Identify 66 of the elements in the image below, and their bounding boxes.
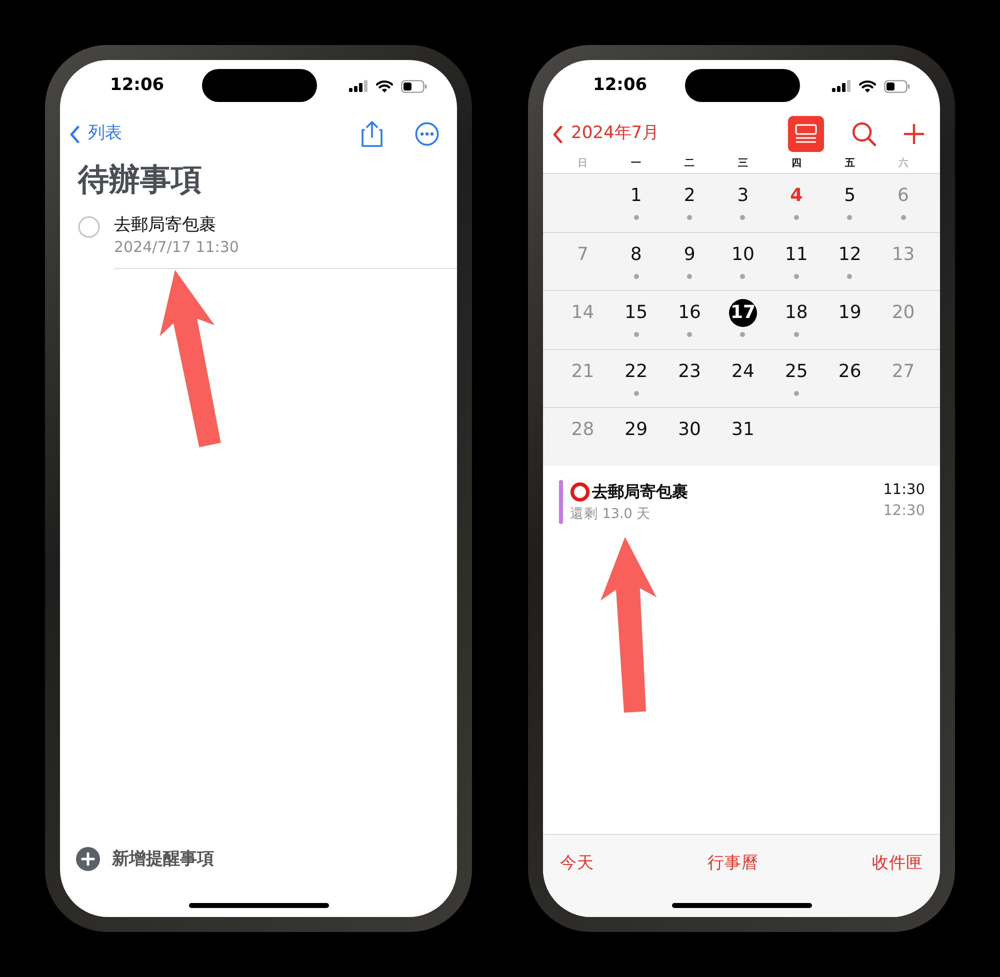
calendar-day[interactable]: 23 (676, 358, 704, 386)
list-title: 待辦事項 (76, 161, 203, 200)
chevron-left-icon (70, 126, 80, 142)
checkbox[interactable] (78, 216, 100, 238)
wifi-icon (859, 80, 876, 92)
calendar-day[interactable]: 10 (728, 240, 757, 268)
calendar-day[interactable]: 8 (622, 240, 650, 268)
tab-button[interactable]: 收件匣 (872, 851, 923, 876)
battery-icon (401, 80, 427, 92)
search-icon (852, 122, 876, 146)
calendar-day[interactable]: 1 (622, 182, 650, 210)
calendar-day[interactable]: 24 (728, 358, 757, 386)
weekday-label: 六 (897, 156, 910, 171)
calendar-day[interactable]: 2 (676, 182, 704, 210)
chevron-left-icon (553, 126, 563, 142)
circle-icon (570, 482, 590, 502)
weekday-label: 五 (844, 157, 856, 171)
calendar-day[interactable]: 15 (622, 299, 650, 327)
add-button[interactable] (904, 124, 924, 144)
calendar-day[interactable]: 9 (676, 240, 704, 268)
event-end-time: 12:30 (883, 502, 925, 522)
calendar-day[interactable]: 3 (728, 182, 757, 210)
add-reminder-button[interactable]: 新增提醒事項 (60, 847, 457, 871)
calendar-day[interactable]: 17 (728, 299, 757, 327)
reminder-title: 去郵局寄包裹 (114, 215, 217, 236)
tab-button[interactable]: 行事曆 (708, 851, 758, 876)
calendar-day[interactable]: 5 (836, 182, 864, 210)
plus-circle-icon (76, 847, 100, 871)
list-view-icon (795, 124, 817, 144)
weekday-label: 四 (790, 157, 802, 171)
share-button[interactable] (361, 121, 383, 147)
calendar-day[interactable]: 29 (622, 416, 650, 444)
calendar-day[interactable]: 31 (728, 416, 757, 444)
calendar-day[interactable]: 4 (782, 182, 810, 210)
calendar-day[interactable]: 26 (836, 358, 864, 386)
weekday-label: 三 (736, 157, 749, 171)
signal-icon (349, 80, 368, 92)
calendar-day[interactable]: 19 (836, 299, 864, 327)
back-link[interactable]: 2024年7月 (553, 121, 660, 147)
signal-icon (832, 80, 851, 92)
event-start-time: 11:30 (883, 480, 925, 500)
search-button[interactable] (852, 122, 876, 146)
event-subtitle: 還剩 13.0 天 (570, 504, 652, 524)
status-time: 12:06 (110, 74, 164, 98)
weekday-label: 日 (576, 157, 589, 171)
status-time: 12:06 (593, 74, 648, 98)
calendar-day[interactable]: 22 (622, 358, 650, 386)
weekday-label: 二 (684, 157, 696, 171)
back-link[interactable]: 列表 (70, 121, 122, 147)
event-title[interactable]: 去郵局寄包裹 (592, 480, 688, 504)
reminder-date: 2024/7/17 11:30 (114, 236, 240, 258)
wifi-icon (376, 80, 393, 92)
list-view-button[interactable] (788, 116, 824, 152)
battery-icon (884, 80, 910, 92)
plus-icon (904, 124, 924, 144)
calendar-day[interactable]: 30 (676, 416, 704, 444)
more-button[interactable] (415, 122, 439, 146)
share-icon (361, 121, 383, 147)
weekday-label: 一 (630, 157, 642, 171)
calendar-day[interactable]: 25 (782, 358, 810, 386)
more-icon (415, 122, 439, 146)
calendar-day[interactable]: 12 (836, 240, 864, 268)
tab-button[interactable]: 今天 (560, 851, 594, 876)
calendar-day[interactable]: 18 (782, 299, 810, 327)
calendar-day[interactable]: 16 (676, 299, 704, 327)
calendar-day[interactable]: 11 (782, 240, 810, 268)
